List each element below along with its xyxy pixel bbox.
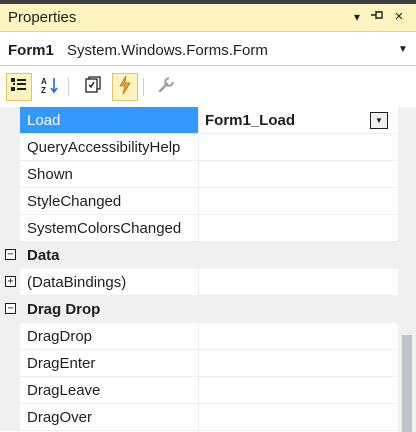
categorized-icon bbox=[10, 77, 28, 98]
category-drag-drop[interactable]: − Drag Drop bbox=[0, 296, 398, 323]
panel-title: Properties bbox=[8, 9, 77, 26]
properties-button[interactable] bbox=[80, 73, 106, 101]
property-name: QueryAccessibilityHelp bbox=[20, 134, 198, 161]
window-position-dropdown-icon[interactable]: ▾ bbox=[348, 8, 366, 26]
property-name: DragLeave bbox=[20, 377, 198, 404]
scrollbar-thumb[interactable] bbox=[402, 335, 412, 432]
auto-hide-pin-icon[interactable] bbox=[368, 8, 386, 26]
vertical-scrollbar[interactable] bbox=[398, 107, 416, 432]
chevron-down-icon[interactable]: ▼ bbox=[370, 112, 388, 129]
property-value[interactable] bbox=[198, 161, 398, 188]
alphabetical-icon: A Z bbox=[40, 76, 60, 99]
property-value[interactable] bbox=[198, 134, 398, 161]
property-row[interactable]: SystemColorsChanged bbox=[0, 215, 398, 242]
close-icon[interactable]: × bbox=[390, 8, 408, 26]
svg-text:A: A bbox=[41, 77, 47, 86]
property-row[interactable]: DragLeave bbox=[0, 377, 398, 404]
property-name: Shown bbox=[20, 161, 198, 188]
alphabetical-button[interactable]: A Z bbox=[37, 73, 63, 101]
toolbar-separator bbox=[68, 78, 69, 96]
categorized-button[interactable] bbox=[6, 73, 32, 101]
property-pages-button[interactable] bbox=[153, 73, 179, 101]
category-name: Drag Drop bbox=[27, 301, 101, 318]
category-name: Data bbox=[27, 247, 60, 264]
events-icon bbox=[117, 75, 133, 100]
property-value[interactable] bbox=[198, 404, 398, 431]
properties-titlebar: Properties ▾ × bbox=[0, 4, 416, 32]
property-name: DragDrop bbox=[20, 323, 198, 350]
properties-toolbar: A Z bbox=[0, 70, 416, 106]
property-name: SystemColorsChanged bbox=[20, 215, 198, 242]
object-selector[interactable]: Form1 System.Windows.Forms.Form ▼ bbox=[0, 36, 416, 66]
properties-icon bbox=[84, 75, 102, 99]
property-value[interactable] bbox=[198, 215, 398, 242]
property-value[interactable] bbox=[198, 269, 398, 296]
property-name: (DataBindings) bbox=[20, 269, 198, 296]
property-row[interactable]: DragOver bbox=[0, 404, 398, 431]
collapse-icon[interactable]: − bbox=[5, 303, 16, 314]
object-type: System.Windows.Forms.Form bbox=[67, 42, 268, 59]
property-value[interactable]: Form1_Load bbox=[198, 107, 398, 134]
chevron-down-icon[interactable]: ▼ bbox=[398, 44, 408, 55]
expand-icon[interactable]: + bbox=[5, 276, 16, 287]
property-name: DragEnter bbox=[20, 350, 198, 377]
wrench-icon bbox=[157, 76, 175, 99]
property-value[interactable] bbox=[198, 323, 398, 350]
collapse-icon[interactable]: − bbox=[5, 249, 16, 260]
property-row[interactable]: QueryAccessibilityHelp bbox=[0, 134, 398, 161]
property-value[interactable] bbox=[198, 350, 398, 377]
property-row[interactable]: Shown bbox=[0, 161, 398, 188]
property-value[interactable] bbox=[198, 377, 398, 404]
property-name: Load bbox=[20, 107, 198, 134]
events-button[interactable] bbox=[112, 73, 138, 101]
category-data[interactable]: − Data bbox=[0, 242, 398, 269]
property-row[interactable]: DragDrop bbox=[0, 323, 398, 350]
property-name: StyleChanged bbox=[20, 188, 198, 215]
property-row[interactable]: StyleChanged bbox=[0, 188, 398, 215]
object-name: Form1 bbox=[8, 42, 54, 59]
property-name: DragOver bbox=[20, 404, 198, 431]
property-row-databindings[interactable]: + (DataBindings) bbox=[0, 269, 398, 296]
property-row[interactable]: DragEnter bbox=[0, 350, 398, 377]
svg-text:Z: Z bbox=[41, 86, 46, 94]
property-value[interactable] bbox=[198, 188, 398, 215]
property-row-load[interactable]: Load Form1_Load ▼ bbox=[0, 107, 398, 134]
property-grid: Load Form1_Load ▼ QueryAccessibilityHelp… bbox=[0, 107, 398, 432]
toolbar-separator bbox=[143, 78, 144, 96]
